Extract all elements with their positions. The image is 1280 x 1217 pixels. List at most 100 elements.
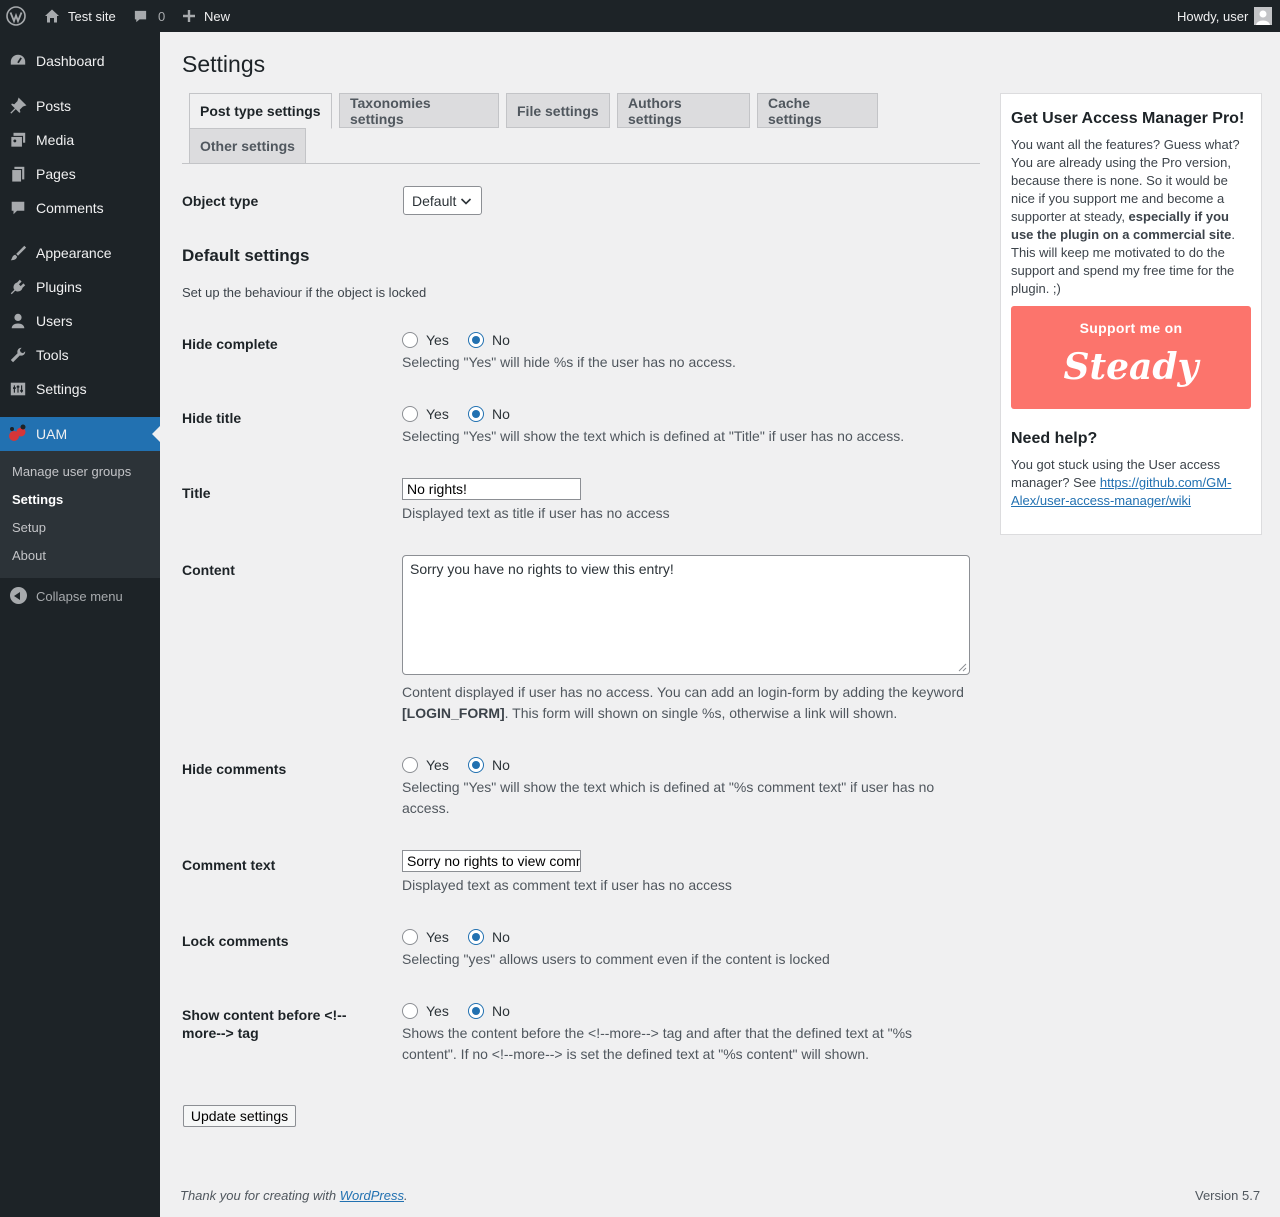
submenu-about[interactable]: About xyxy=(12,548,46,563)
comment-text-input[interactable]: Sorry no rights to view comments! xyxy=(402,850,581,872)
lock-comments-no-radio[interactable] xyxy=(468,929,484,945)
hide-title-label: Hide title xyxy=(182,410,242,426)
menu-item-dashboard[interactable]: Dashboard xyxy=(0,44,160,78)
dashboard-icon xyxy=(9,52,27,70)
admin-menu: Dashboard Posts Media Pages Comments App… xyxy=(0,32,160,1217)
comment-bubble-icon xyxy=(133,9,148,24)
comment-icon xyxy=(9,199,27,217)
avatar xyxy=(1254,7,1273,25)
plug-icon xyxy=(9,278,27,296)
steady-logo: Steady xyxy=(1063,346,1199,388)
chevron-down-icon xyxy=(460,196,472,206)
collapse-menu-button[interactable]: Collapse menu xyxy=(0,584,160,608)
uam-submenu: Manage user groups Settings Setup About xyxy=(0,451,160,578)
lock-comments-description: Selecting "yes" allows users to comment … xyxy=(402,951,830,967)
content-description: Content displayed if user has no access.… xyxy=(402,684,964,721)
footer-thanks: Thank you for creating with WordPress. xyxy=(180,1188,408,1203)
menu-item-uam[interactable]: UAM xyxy=(0,417,160,451)
object-type-value: Default xyxy=(412,192,457,209)
hide-comments-description: Selecting "Yes" will show the text which… xyxy=(402,779,935,816)
help-title: Need help? xyxy=(1011,430,1098,447)
pro-title: Get User Access Manager Pro! xyxy=(1011,110,1245,127)
object-type-label: Object type xyxy=(182,193,259,209)
admin-bar: Test site 0 New Howdy, user xyxy=(0,0,1280,32)
settings-icon xyxy=(9,380,27,398)
title-label: Title xyxy=(182,485,211,501)
content-textarea[interactable]: Sorry you have no rights to view this en… xyxy=(402,555,970,675)
user-icon xyxy=(9,312,27,330)
object-type-select[interactable]: Default xyxy=(403,186,482,215)
collapse-arrow-icon xyxy=(10,587,27,604)
home-icon xyxy=(44,8,60,24)
menu-item-settings[interactable]: Settings xyxy=(0,372,160,406)
pin-icon xyxy=(9,97,27,115)
hide-comments-label: Hide comments xyxy=(182,761,287,777)
my-account-link[interactable]: Howdy, user xyxy=(1177,0,1273,32)
menu-item-appearance[interactable]: Appearance xyxy=(0,236,160,270)
show-content-yes-radio[interactable] xyxy=(402,1003,418,1019)
submenu-setup[interactable]: Setup xyxy=(12,520,46,535)
new-content-link[interactable]: New xyxy=(182,0,230,32)
tab-other-settings[interactable]: Other settings xyxy=(189,128,306,164)
site-name: Test site xyxy=(68,8,116,24)
hide-title-no-radio[interactable] xyxy=(468,406,484,422)
comments-link[interactable]: 0 xyxy=(133,0,165,32)
media-icon xyxy=(9,131,27,149)
pro-description: You want all the features? Guess what? Y… xyxy=(1011,137,1240,296)
howdy-text: Howdy, user xyxy=(1177,8,1249,24)
section-title: Default settings xyxy=(182,246,310,265)
help-description: You got stuck using the User access mana… xyxy=(1011,457,1232,508)
page-icon xyxy=(9,165,27,183)
menu-item-plugins[interactable]: Plugins xyxy=(0,270,160,304)
title-input[interactable]: No rights! xyxy=(402,478,581,500)
page-title: Settings xyxy=(182,51,266,77)
hide-title-description: Selecting "Yes" will show the text which… xyxy=(402,428,905,444)
comment-text-label: Comment text xyxy=(182,857,276,873)
section-description: Set up the behaviour if the object is lo… xyxy=(182,285,427,300)
wordpress-logo-icon[interactable] xyxy=(6,0,28,32)
hide-title-yes-radio[interactable] xyxy=(402,406,418,422)
footer-version: Version 5.7 xyxy=(1195,1188,1261,1203)
menu-item-users[interactable]: Users xyxy=(0,304,160,338)
uam-icon xyxy=(7,423,29,445)
current-menu-arrow xyxy=(152,426,160,442)
tab-file-settings[interactable]: File settings xyxy=(506,93,610,128)
tab-authors-settings[interactable]: Authors settings xyxy=(617,93,750,128)
resize-grip-icon[interactable] xyxy=(958,663,967,672)
plus-icon xyxy=(182,9,196,23)
menu-item-comments[interactable]: Comments xyxy=(0,191,160,225)
tab-taxonomies-settings[interactable]: Taxonomies settings xyxy=(339,93,499,128)
hide-comments-no-radio[interactable] xyxy=(468,757,484,773)
comments-count: 0 xyxy=(158,8,166,24)
support-on-steady-banner[interactable]: Support me on Steady xyxy=(1011,306,1251,409)
tab-cache-settings[interactable]: Cache settings xyxy=(757,93,878,128)
pro-sidebar-box: Get User Access Manager Pro! You want al… xyxy=(1000,93,1262,535)
wordpress-link[interactable]: WordPress xyxy=(340,1188,404,1203)
show-content-no-radio[interactable] xyxy=(468,1003,484,1019)
menu-item-posts[interactable]: Posts xyxy=(0,89,160,123)
submenu-settings[interactable]: Settings xyxy=(12,492,63,507)
menu-item-media[interactable]: Media xyxy=(0,123,160,157)
hide-complete-yes-radio[interactable] xyxy=(402,332,418,348)
hide-complete-label: Hide complete xyxy=(182,336,278,352)
update-settings-button[interactable]: Update settings xyxy=(183,1105,296,1127)
lock-comments-yes-radio[interactable] xyxy=(402,929,418,945)
submenu-manage-user-groups[interactable]: Manage user groups xyxy=(12,464,131,479)
show-content-label: Show content before <!-- more--> tag xyxy=(182,1007,347,1041)
tab-divider xyxy=(182,163,980,164)
menu-item-pages[interactable]: Pages xyxy=(0,157,160,191)
hide-comments-yes-radio[interactable] xyxy=(402,757,418,773)
hide-complete-no-radio[interactable] xyxy=(468,332,484,348)
lock-comments-label: Lock comments xyxy=(182,933,289,949)
title-description: Displayed text as title if user has no a… xyxy=(402,505,670,521)
show-content-description: Shows the content before the <!--more-->… xyxy=(402,1025,913,1062)
content-label: Content xyxy=(182,562,235,578)
tab-post-type-settings[interactable]: Post type settings xyxy=(189,93,332,129)
comment-text-description: Displayed text as comment text if user h… xyxy=(402,877,732,893)
wrench-icon xyxy=(9,346,27,364)
new-label: New xyxy=(204,8,231,24)
menu-item-tools[interactable]: Tools xyxy=(0,338,160,372)
steady-tagline: Support me on xyxy=(1079,320,1183,336)
site-name-link[interactable]: Test site xyxy=(44,0,116,32)
content-text: Sorry you have no rights to view this en… xyxy=(410,561,674,577)
